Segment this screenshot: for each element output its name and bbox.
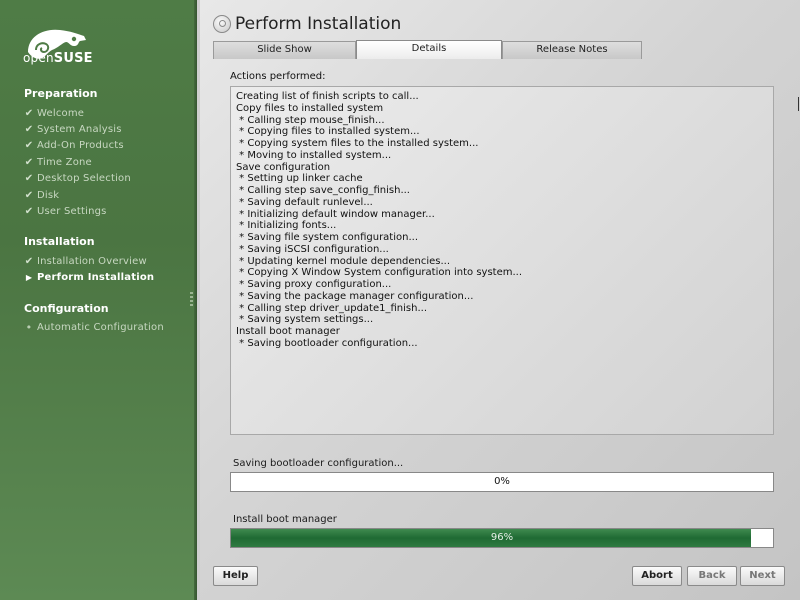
check-icon: ✔ [24, 107, 34, 119]
step-welcome: ✔ Welcome [24, 107, 85, 119]
progress-bar-total: 96% [230, 528, 774, 548]
progress-percent: 0% [494, 476, 510, 487]
next-button[interactable]: Next [740, 566, 785, 586]
log-line: * Saving proxy configuration... [236, 279, 392, 290]
sidebar-resize-handle[interactable] [190, 292, 193, 308]
log-line: Save configuration [236, 161, 331, 173]
log-line: * Initializing default window manager... [236, 208, 435, 220]
log-line: Creating list of finish scripts to call.… [236, 91, 419, 102]
progress-label-total: Install boot manager [233, 514, 337, 525]
step-automatic-configuration: • Automatic Configuration [23, 320, 164, 334]
log-line: Copy files to installed system [236, 102, 384, 114]
abort-button[interactable]: Abort [632, 566, 682, 586]
step-system-analysis: ✔ System Analysis [24, 123, 122, 135]
step-installation-overview: ✔ Installation Overview [24, 255, 147, 267]
step-time-zone: ✔ Time Zone [24, 156, 92, 168]
log-line: * Saving system settings... [236, 314, 374, 326]
log-line: * Copying system files to the installed … [236, 138, 479, 149]
page-title: Perform Installation [235, 14, 402, 34]
progress-percent: 96% [490, 532, 514, 543]
step-disk: ✔ Disk [24, 189, 60, 201]
log-line: Install boot manager [236, 326, 340, 337]
log-line: * Saving the package manager configurati… [236, 290, 474, 302]
opensuse-wordmark: openSUSE [23, 51, 93, 66]
step-add-on-products: ✔ Add-On Products [24, 139, 124, 151]
help-button[interactable]: Help [213, 566, 258, 586]
check-icon: ✔ [24, 139, 34, 151]
check-icon: ✔ [24, 156, 34, 168]
sidebar: openSUSE Preparation ✔ Welcome ✔ System An… [0, 0, 197, 600]
log-line: * Calling step driver_update1_finish... [236, 302, 427, 314]
log-line: * Calling step mouse_finish... [236, 114, 385, 126]
check-icon: ✔ [24, 205, 34, 217]
step-user-settings: ✔ User Settings [24, 205, 107, 217]
log-line: * Saving iSCSI configuration... [236, 243, 389, 255]
section-configuration: Configuration [24, 302, 109, 315]
check-icon: ✔ [24, 172, 34, 184]
log-line: * Copying files to installed system... [236, 126, 420, 138]
actions-log[interactable]: Creating list of finish scripts to call.… [230, 86, 774, 435]
log-line: * Saving bootloader configuration... [236, 337, 418, 349]
check-icon: ✔ [24, 123, 34, 135]
log-line: * Moving to installed system... [236, 149, 392, 161]
current-step-arrow-icon: ▶ [25, 272, 33, 282]
step-perform-installation: ▶ Perform Installation [23, 270, 154, 284]
section-installation: Installation [24, 235, 95, 248]
log-line: * Saving file system configuration... [236, 232, 419, 243]
tab-release-notes[interactable]: Release Notes [502, 41, 642, 59]
step-desktop-selection: ✔ Desktop Selection [24, 172, 131, 184]
progress-label-current-step: Saving bootloader configuration... [233, 458, 404, 469]
actions-performed-label: Actions performed: [230, 71, 326, 82]
tab-slide-show[interactable]: Slide Show [213, 41, 356, 59]
check-icon: ✔ [24, 255, 34, 267]
check-icon: ✔ [24, 189, 34, 201]
progress-bar-current-step: 0% [230, 472, 774, 492]
log-line: * Copying X Window System configuration … [236, 267, 523, 279]
installation-disc-icon [213, 15, 231, 33]
tab-bar: Slide Show Details Release Notes [213, 40, 642, 59]
log-line: * Calling step save_config_finish... [236, 185, 410, 196]
log-line: * Updating kernel module dependencies... [236, 255, 451, 267]
log-line: * Initializing fonts... [236, 220, 337, 232]
tab-details[interactable]: Details [356, 40, 502, 59]
main-panel: Perform Installation Slide Show Details … [200, 0, 800, 600]
bullet-icon: • [25, 320, 33, 334]
log-line: * Setting up linker cache [236, 173, 363, 185]
log-line: * Saving default runlevel... [236, 196, 373, 208]
section-preparation: Preparation [24, 87, 98, 100]
back-button[interactable]: Back [687, 566, 737, 586]
